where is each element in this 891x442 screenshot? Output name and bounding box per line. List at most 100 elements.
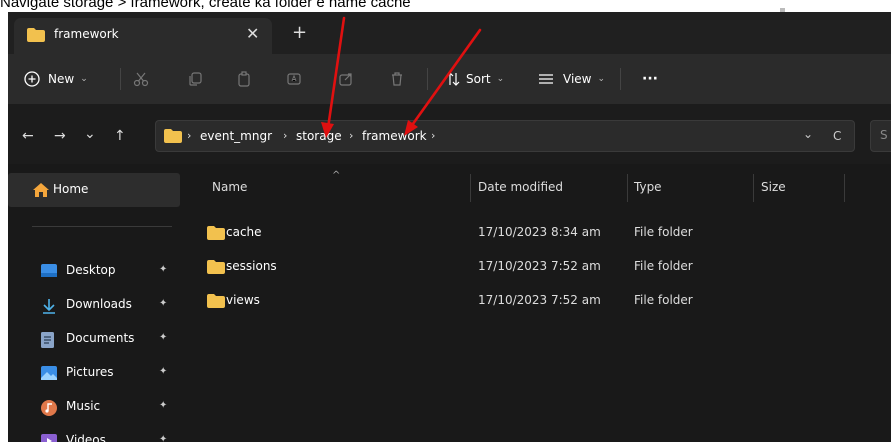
tab-bar: framework ✕ + bbox=[8, 12, 891, 54]
table-row[interactable]: cache 17/10/2023 8:34 am File folder bbox=[180, 218, 891, 248]
breadcrumb-framework[interactable]: framework bbox=[362, 129, 427, 143]
file-date: 17/10/2023 8:34 am bbox=[478, 225, 601, 239]
toolbar-divider bbox=[427, 68, 428, 90]
paste-icon[interactable] bbox=[236, 71, 252, 87]
folder-icon bbox=[207, 294, 225, 308]
cut-icon[interactable] bbox=[133, 71, 149, 87]
file-date: 17/10/2023 7:52 am bbox=[478, 293, 601, 307]
home-icon bbox=[33, 183, 49, 197]
recent-locations-icon[interactable]: ⌄ bbox=[84, 126, 96, 142]
copy-icon[interactable] bbox=[187, 71, 203, 87]
view-label: View bbox=[563, 72, 592, 86]
search-hint: S bbox=[880, 128, 888, 142]
column-header-name[interactable]: Name bbox=[212, 180, 247, 194]
pin-icon: ✦ bbox=[159, 366, 168, 377]
sort-ascending-icon: ^ bbox=[332, 170, 341, 181]
sidebar-item-downloads[interactable]: Downloads ✦ bbox=[8, 290, 180, 320]
music-icon bbox=[41, 400, 57, 416]
breadcrumb-storage[interactable]: storage bbox=[296, 129, 342, 143]
column-divider[interactable] bbox=[627, 174, 628, 202]
file-list: ^ Name Date modified Type Size cache 17/… bbox=[180, 164, 891, 442]
toolbar-divider bbox=[120, 68, 121, 90]
new-button[interactable]: New ⌄ bbox=[24, 54, 88, 104]
sidebar-item-label: Downloads bbox=[66, 297, 132, 311]
column-divider[interactable] bbox=[844, 174, 845, 202]
file-type: File folder bbox=[634, 293, 693, 307]
pin-icon: ✦ bbox=[159, 298, 168, 309]
column-header-type[interactable]: Type bbox=[634, 180, 662, 194]
folder-icon bbox=[207, 226, 225, 240]
chevron-down-icon: ⌄ bbox=[80, 74, 88, 84]
downloads-icon bbox=[43, 299, 55, 314]
sidebar-item-documents[interactable]: Documents ✦ bbox=[8, 324, 180, 354]
table-row[interactable]: sessions 17/10/2023 7:52 am File folder bbox=[180, 252, 891, 282]
navigation-pane: Home Desktop ✦ Downloads ✦ Documents ✦ P… bbox=[8, 164, 180, 442]
view-lines-icon bbox=[539, 74, 553, 84]
search-input[interactable]: S bbox=[870, 120, 891, 152]
pin-icon: ✦ bbox=[159, 264, 168, 275]
back-arrow-icon[interactable]: ← bbox=[22, 128, 34, 144]
sidebar-item-home[interactable]: Home bbox=[8, 173, 180, 207]
refresh-icon[interactable]: C bbox=[833, 129, 841, 143]
address-row: ← → ⌄ ↑ › event_mngr › storage › framewo… bbox=[8, 104, 891, 164]
command-bar: New ⌄ Sort ⌄ View ⌄ ··· bbox=[8, 54, 891, 104]
breadcrumb-event-mngr[interactable]: event_mngr bbox=[200, 129, 272, 143]
desktop-icon bbox=[41, 264, 57, 277]
column-divider[interactable] bbox=[470, 174, 471, 202]
up-arrow-icon[interactable]: ↑ bbox=[114, 128, 126, 144]
tab-framework[interactable]: framework ✕ bbox=[14, 18, 272, 54]
sidebar-item-label: Desktop bbox=[66, 263, 116, 277]
column-header-date-modified[interactable]: Date modified bbox=[478, 180, 563, 194]
breadcrumb-separator: › bbox=[349, 129, 354, 142]
folder-icon bbox=[164, 129, 182, 143]
sidebar-item-label: Pictures bbox=[66, 365, 114, 379]
address-dropdown-icon[interactable]: ⌄ bbox=[803, 127, 813, 141]
sidebar-item-desktop[interactable]: Desktop ✦ bbox=[8, 256, 180, 286]
close-tab-icon[interactable]: ✕ bbox=[246, 24, 259, 43]
sort-button[interactable]: Sort ⌄ bbox=[446, 54, 504, 104]
breadcrumb-separator: › bbox=[187, 129, 192, 142]
file-name: sessions bbox=[226, 259, 277, 273]
pin-icon: ✦ bbox=[159, 400, 168, 411]
plus-circle-icon bbox=[24, 71, 40, 87]
new-label: New bbox=[48, 72, 75, 86]
file-name: cache bbox=[226, 225, 262, 239]
sidebar-home-label: Home bbox=[53, 182, 89, 196]
more-options-button[interactable]: ··· bbox=[642, 54, 658, 104]
table-row[interactable]: views 17/10/2023 7:52 am File folder bbox=[180, 286, 891, 316]
share-icon[interactable] bbox=[338, 71, 354, 87]
sort-label: Sort bbox=[466, 72, 491, 86]
chevron-down-icon: ⌄ bbox=[597, 74, 606, 84]
tab-title: framework bbox=[54, 27, 119, 41]
pin-icon: ✦ bbox=[159, 434, 168, 442]
sort-icon bbox=[446, 72, 460, 86]
sidebar-item-videos[interactable]: Videos ✦ bbox=[8, 426, 180, 442]
folder-icon bbox=[207, 260, 225, 274]
new-tab-button[interactable]: + bbox=[292, 24, 307, 42]
file-explorer-window: framework ✕ + New ⌄ Sort ⌄ View ⌄ ··· ← … bbox=[8, 12, 891, 442]
sidebar-item-label: Documents bbox=[66, 331, 135, 345]
sidebar-item-music[interactable]: Music ✦ bbox=[8, 392, 180, 422]
instruction-caption: Navigate storage > framework, create ka … bbox=[0, 0, 411, 11]
breadcrumb-separator: › bbox=[283, 129, 288, 142]
videos-icon bbox=[41, 434, 57, 442]
column-divider[interactable] bbox=[753, 174, 754, 202]
file-type: File folder bbox=[634, 225, 693, 239]
pictures-icon bbox=[41, 366, 57, 380]
pin-icon: ✦ bbox=[159, 332, 168, 343]
file-type: File folder bbox=[634, 259, 693, 273]
address-bar[interactable]: › event_mngr › storage › framework › ⌄ C bbox=[155, 120, 855, 152]
sidebar-item-pictures[interactable]: Pictures ✦ bbox=[8, 358, 180, 388]
sidebar-item-label: Music bbox=[66, 399, 101, 413]
toolbar-divider bbox=[620, 68, 621, 90]
sidebar-item-label: Videos bbox=[66, 433, 106, 442]
chevron-down-icon: ⌄ bbox=[496, 74, 505, 84]
sidebar-divider bbox=[32, 226, 172, 227]
column-header-size[interactable]: Size bbox=[761, 180, 786, 194]
forward-arrow-icon[interactable]: → bbox=[54, 128, 66, 144]
file-name: views bbox=[226, 293, 260, 307]
view-button[interactable]: View ⌄ bbox=[539, 54, 605, 104]
rename-icon[interactable] bbox=[286, 71, 302, 87]
file-date: 17/10/2023 7:52 am bbox=[478, 259, 601, 273]
delete-icon[interactable] bbox=[389, 71, 405, 87]
